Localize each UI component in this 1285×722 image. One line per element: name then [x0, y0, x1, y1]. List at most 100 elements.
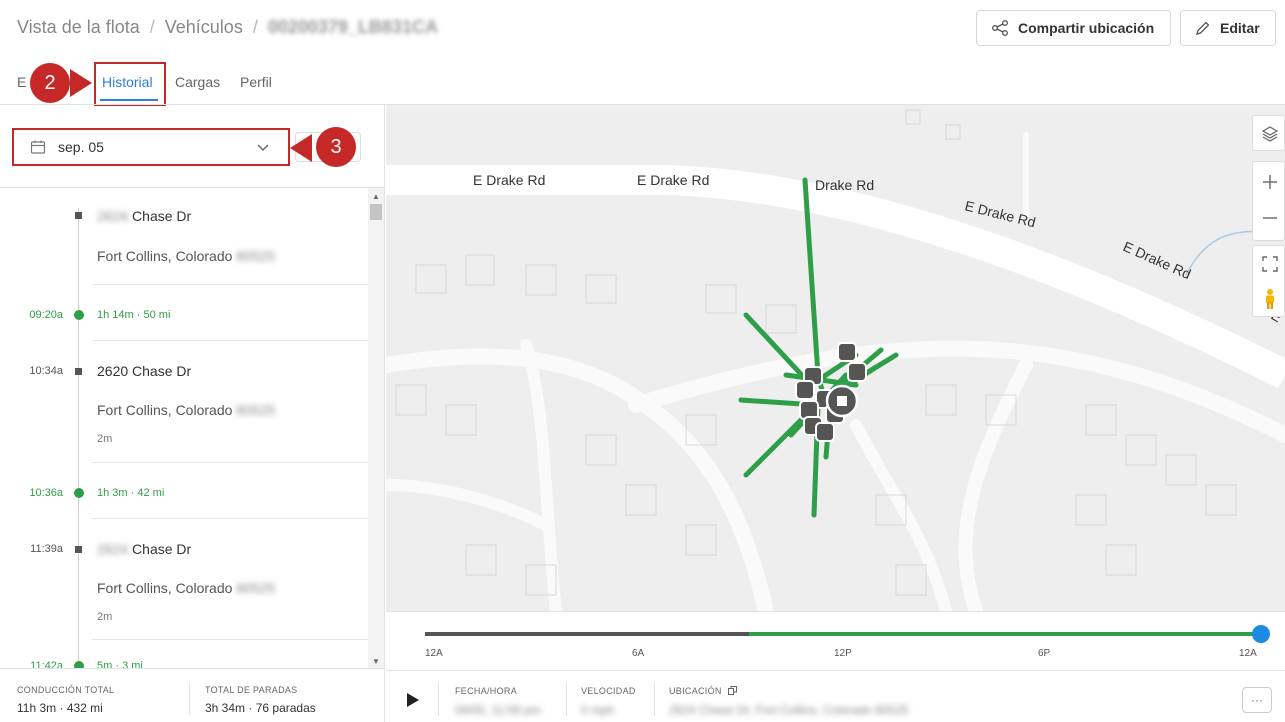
share-location-button[interactable]: Compartir ubicación: [976, 10, 1171, 46]
building: [1205, 484, 1237, 516]
stop-duration: 2m: [97, 611, 113, 623]
street-view-pegman-icon[interactable]: [1261, 288, 1279, 310]
zoom-controls: [1252, 161, 1285, 241]
pencil-icon: [1196, 21, 1210, 35]
building: [1165, 454, 1197, 486]
tab-partial[interactable]: E: [17, 74, 26, 90]
total-stops-value: 3h 34m · 76 paradas: [205, 701, 316, 715]
more-options-button[interactable]: ···: [1242, 687, 1272, 713]
address-street: Chase Dr: [128, 541, 192, 557]
building: [685, 524, 717, 556]
side-road: [850, 419, 952, 611]
building: [765, 304, 797, 334]
drive-distance: 50 mi: [143, 309, 171, 321]
road-label: E Drake Rd: [637, 172, 709, 188]
fullscreen-icon[interactable]: [1261, 255, 1279, 273]
drive-marker: [74, 661, 84, 668]
divider: [654, 682, 655, 716]
calendar-icon: [30, 140, 46, 154]
drive-summary: 1h 3m · 42 mi: [97, 487, 164, 499]
building: [1125, 434, 1157, 466]
callout-pointer: [290, 134, 312, 162]
layers-button[interactable]: [1252, 115, 1285, 151]
timeline-scrubber-handle[interactable]: [1252, 625, 1270, 643]
separator: ·: [59, 701, 64, 715]
divider: [0, 668, 385, 669]
divider: [92, 340, 368, 341]
building: [445, 404, 477, 436]
drive-distance: 42 mi: [137, 487, 165, 499]
breadcrumb-separator: /: [252, 17, 258, 37]
layers-icon: [1261, 126, 1279, 142]
share-location-label: Compartir ubicación: [1018, 20, 1155, 36]
drive-summary: 5m · 3 mi: [97, 660, 143, 668]
road-label: E Drake Rd: [1121, 238, 1194, 282]
speed-label: VELOCIDAD: [581, 686, 636, 696]
stop-time: 10:34a: [29, 365, 63, 377]
road-label: E Drake Rd: [473, 172, 545, 188]
view-controls: [1252, 245, 1285, 317]
stop-address: 2624 Chase Dr: [97, 541, 191, 557]
drive-duration: 1h 3m: [97, 487, 128, 499]
stop-marker: [75, 546, 82, 553]
total-stops-time: 3h 34m: [205, 701, 246, 715]
scrollbar-thumb[interactable]: [370, 204, 382, 220]
scroll-down-arrow-icon[interactable]: ▼: [372, 657, 380, 666]
building: [1085, 404, 1117, 436]
edit-button[interactable]: Editar: [1180, 10, 1276, 46]
drive-start-time: 09:20a: [29, 309, 63, 321]
zip-code: 80525: [236, 248, 276, 264]
stop-marker: [837, 342, 857, 362]
play-icon[interactable]: [406, 692, 420, 708]
city-name: Fort Collins, Colorado: [97, 248, 233, 264]
stop-address: 2620 Chase Dr: [97, 363, 192, 379]
separator: ·: [136, 309, 141, 321]
stop-marker: [75, 212, 82, 219]
date-picker[interactable]: sep. 05: [12, 128, 290, 166]
copy-icon[interactable]: [727, 686, 737, 695]
drive-distance: 3 mi: [122, 660, 143, 668]
scroll-up-arrow-icon[interactable]: ▲: [372, 192, 380, 201]
zip-code: 80525: [236, 402, 276, 418]
tick-label: 6A: [632, 648, 645, 659]
divider: [566, 682, 567, 716]
tab-loads[interactable]: Cargas: [175, 74, 220, 90]
current-location-marker-center: [837, 396, 847, 406]
zip-code: 80525: [236, 580, 276, 596]
side-road: [386, 479, 552, 531]
timeline-scrollbar[interactable]: ▲ ▼: [368, 188, 384, 668]
zoom-in-icon[interactable]: [1261, 173, 1279, 191]
zoom-out-icon[interactable]: [1261, 209, 1279, 227]
building: [705, 284, 737, 314]
share-icon: [992, 20, 1008, 36]
tab-profile[interactable]: Perfil: [240, 74, 272, 90]
location-label-text: UBICACIÓN: [669, 686, 722, 696]
city-name: Fort Collins, Colorado: [97, 402, 233, 418]
building: [625, 484, 657, 516]
breadcrumb-fleet-view[interactable]: Vista de la flota: [17, 17, 140, 38]
timeline-driving-segment: [749, 632, 1261, 636]
breadcrumb-vehicles[interactable]: Vehículos: [165, 17, 243, 38]
callout-step-3: 3: [316, 127, 356, 167]
speed-value: 0 mph: [581, 703, 615, 717]
location-label: UBICACIÓN: [669, 686, 737, 696]
tick-label: 12A: [1239, 648, 1257, 659]
stop-marker: [847, 362, 867, 382]
date-value: sep. 05: [58, 139, 104, 155]
map-view[interactable]: E Drake Rd E Drake Rd Drake Rd E Drake R…: [386, 105, 1285, 611]
map-canvas[interactable]: E Drake Rd E Drake Rd Drake Rd E Drake R…: [386, 105, 1285, 611]
stop-marker: [815, 422, 835, 442]
breadcrumb: Vista de la flota / Vehículos / 00200379…: [17, 17, 438, 38]
separator: ·: [130, 487, 135, 499]
total-driving-label: CONDUCCIÓN TOTAL: [17, 685, 115, 695]
road-label: Drake Rd: [815, 177, 874, 193]
building: [1075, 494, 1107, 526]
side-road: [628, 340, 1285, 443]
timeline-line: [78, 208, 79, 668]
divider: [92, 518, 368, 519]
stop-city: Fort Collins, Colorado 80525: [97, 580, 275, 596]
chevron-down-icon: [257, 144, 269, 152]
separator: ·: [248, 701, 253, 715]
stop-time: 11:39a: [30, 543, 63, 555]
header: Vista de la flota / Vehículos / 00200379…: [0, 0, 1285, 58]
